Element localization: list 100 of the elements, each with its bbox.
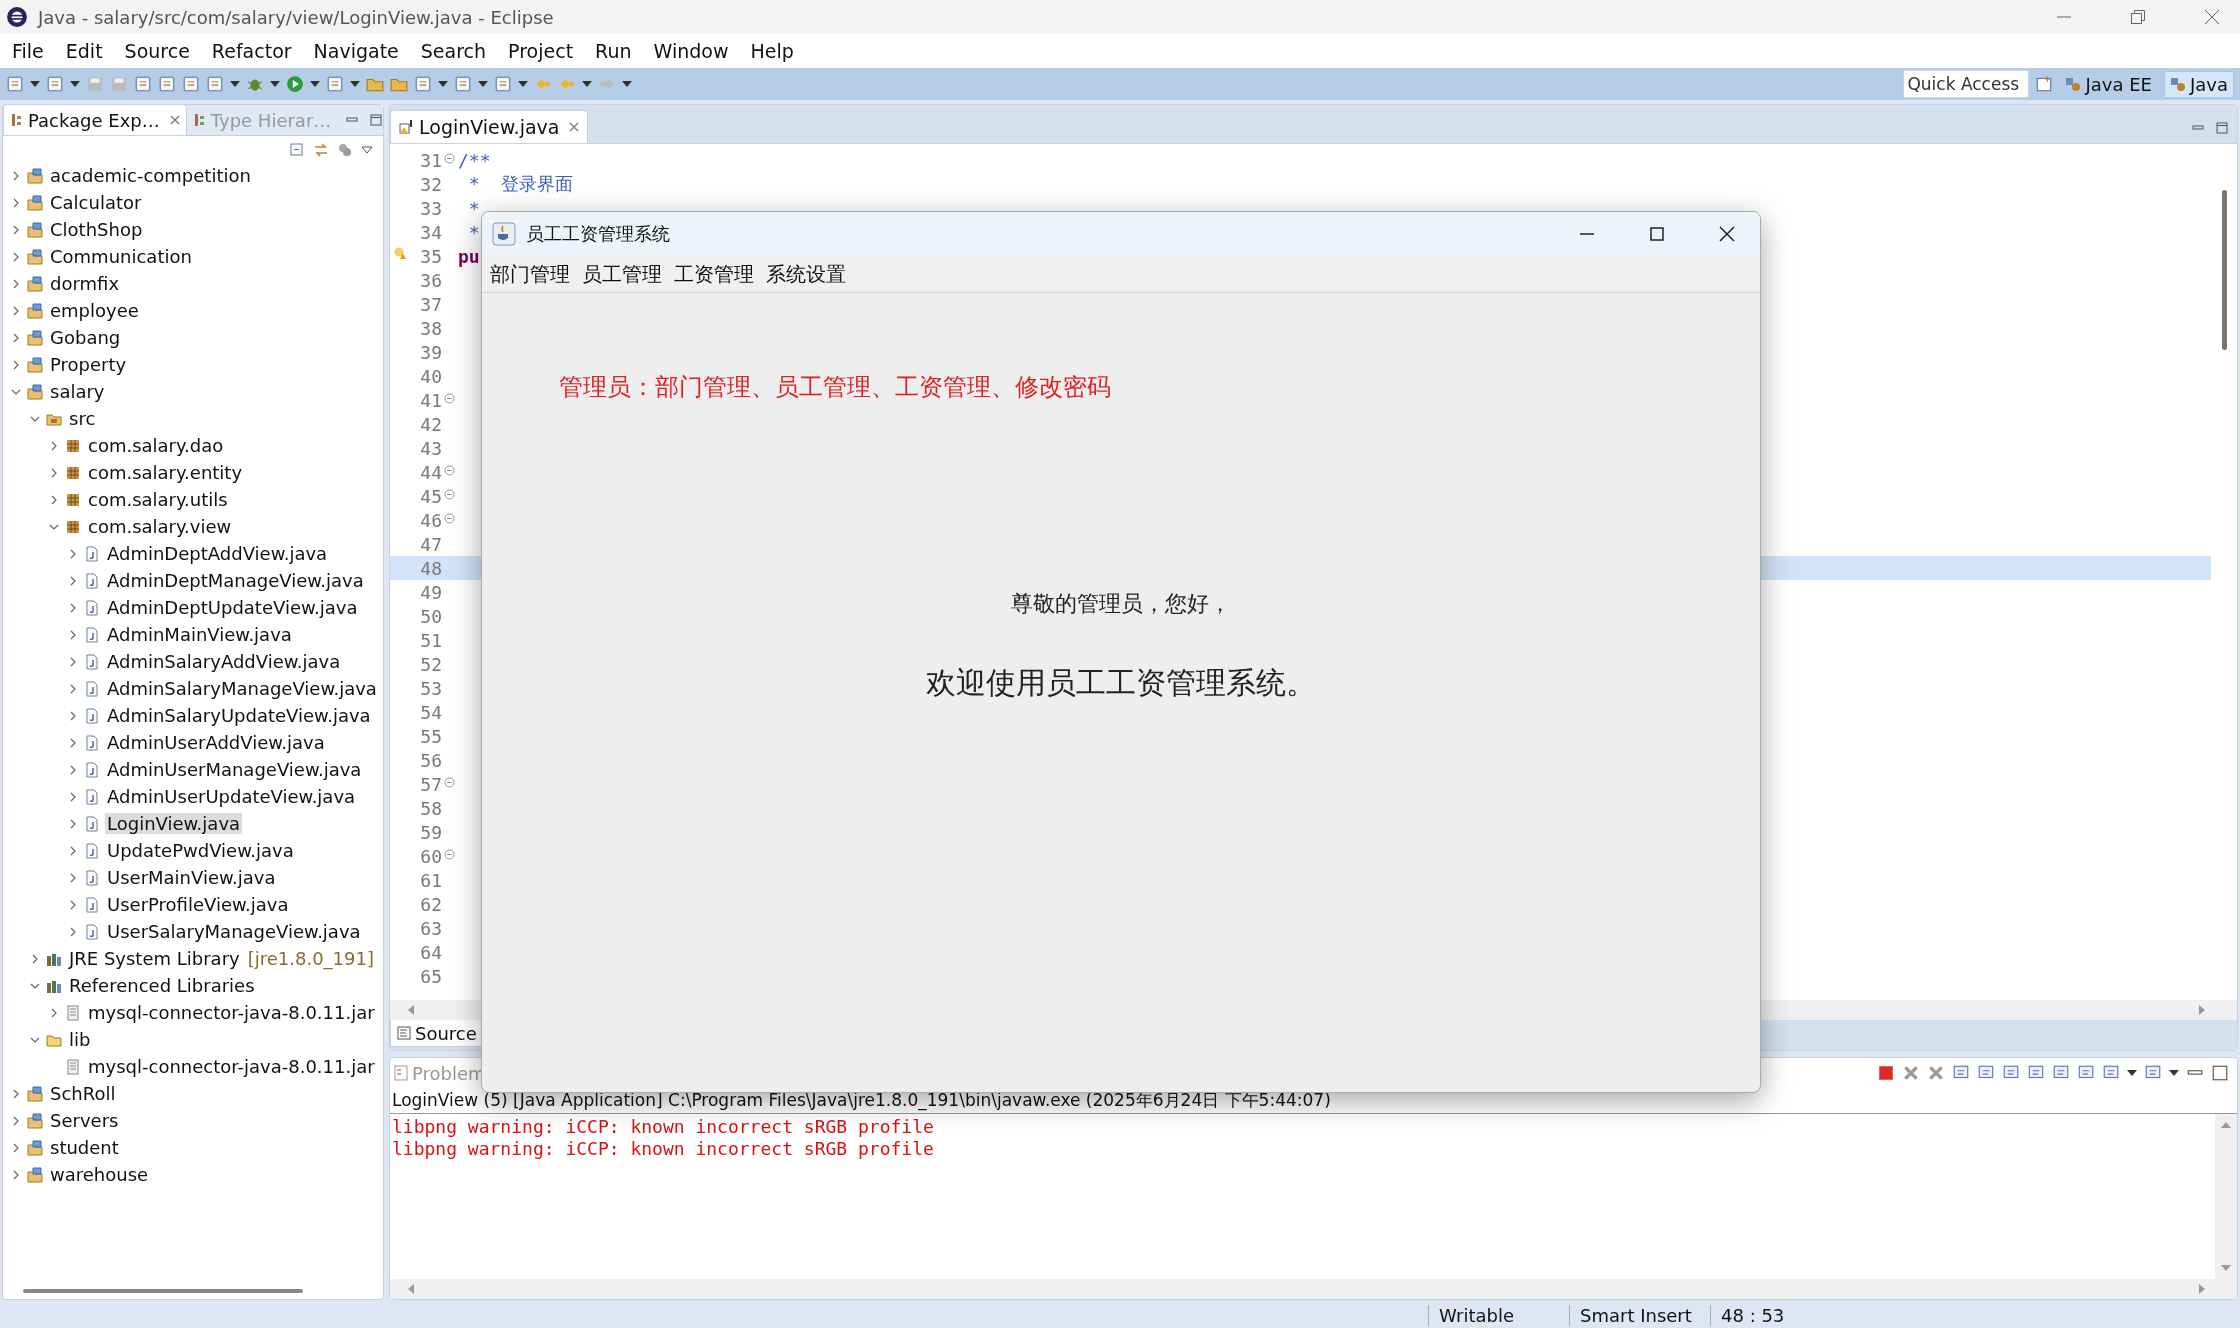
- fold-icon[interactable]: [443, 777, 455, 788]
- tree-item[interactable]: lib: [67, 1029, 93, 1050]
- tree-item[interactable]: AdminDeptManageView.java: [105, 570, 366, 591]
- fold-icon[interactable]: [443, 849, 455, 860]
- perspective-button[interactable]: Java: [2163, 70, 2234, 98]
- menu-item[interactable]: Refactor: [211, 40, 292, 62]
- menu-item[interactable]: Navigate: [313, 40, 399, 62]
- quick-access-field[interactable]: Quick Access: [1903, 70, 2030, 98]
- run-icon[interactable]: [286, 75, 304, 93]
- source-tab[interactable]: Source: [390, 1020, 484, 1047]
- tree-item[interactable]: com.salary.entity: [86, 462, 245, 483]
- tree-item[interactable]: Calculator: [48, 192, 144, 213]
- tree-item[interactable]: UserProfileView.java: [105, 894, 291, 915]
- chevron-icon[interactable]: [11, 170, 21, 181]
- menu-item[interactable]: Source: [124, 40, 190, 62]
- tree-item[interactable]: Servers: [48, 1110, 121, 1131]
- remove-icon[interactable]: [1902, 1064, 1920, 1082]
- filter-icon[interactable]: [337, 142, 353, 158]
- chevron-icon[interactable]: [68, 710, 78, 721]
- menu-item[interactable]: Project: [508, 40, 574, 62]
- caret-icon[interactable]: [270, 81, 280, 87]
- maximize-icon[interactable]: [2215, 121, 2229, 135]
- caret-icon[interactable]: [2127, 1070, 2137, 1076]
- chevron-icon[interactable]: [49, 440, 59, 451]
- menu-item[interactable]: Run: [595, 40, 632, 62]
- tree-item[interactable]: UpdatePwdView.java: [105, 840, 296, 861]
- collapse-all-icon[interactable]: [289, 142, 305, 158]
- chevron-icon[interactable]: [68, 791, 78, 802]
- maximize-icon[interactable]: [369, 113, 384, 127]
- chevron-icon[interactable]: [49, 494, 59, 505]
- tree-item[interactable]: LoginView.java: [105, 813, 243, 834]
- tree-item[interactable]: mysql-connector-java-8.0.11.jar: [86, 1002, 377, 1023]
- fold-icon[interactable]: [443, 153, 455, 164]
- tree-item[interactable]: Referenced Libraries: [67, 975, 257, 996]
- tree-item[interactable]: com.salary.view: [86, 516, 234, 537]
- tree-item[interactable]: student: [48, 1137, 121, 1158]
- tree-item[interactable]: mysql-connector-java-8.0.11.jar: [86, 1056, 377, 1077]
- editor-tab[interactable]: LoginView.java: [390, 110, 589, 143]
- tree-item[interactable]: com.salary.dao: [86, 435, 226, 456]
- chevron-icon[interactable]: [68, 602, 78, 613]
- tree-item[interactable]: SchRoll: [48, 1083, 118, 1104]
- tree-item[interactable]: AdminUserManageView.java: [105, 759, 364, 780]
- menu-item[interactable]: File: [12, 40, 44, 62]
- chevron-icon[interactable]: [68, 872, 78, 883]
- chevron-icon[interactable]: [68, 656, 78, 667]
- chevron-icon[interactable]: [11, 1169, 21, 1180]
- menu-item[interactable]: 部门管理: [490, 260, 570, 288]
- chevron-icon[interactable]: [68, 683, 78, 694]
- caret-icon[interactable]: [582, 81, 592, 87]
- tree-item[interactable]: AdminDeptUpdateView.java: [105, 597, 360, 618]
- menu-item[interactable]: Help: [750, 40, 794, 62]
- chevron-icon[interactable]: [11, 224, 21, 235]
- tree-item[interactable]: Communication: [48, 246, 194, 267]
- chevron-icon[interactable]: [11, 1088, 21, 1099]
- fold-icon[interactable]: [443, 393, 455, 404]
- tree-item[interactable]: salary: [48, 381, 107, 402]
- chevron-icon[interactable]: [68, 818, 78, 829]
- chevron-icon[interactable]: [49, 467, 59, 478]
- tree-item[interactable]: employee: [48, 300, 141, 321]
- tree-item[interactable]: academic-competition: [48, 165, 253, 186]
- menu-item[interactable]: Window: [653, 40, 729, 62]
- chevron-icon[interactable]: [68, 548, 78, 559]
- chevron-icon[interactable]: [68, 737, 78, 748]
- tree-item[interactable]: AdminUserUpdateView.java: [105, 786, 358, 807]
- caret-icon[interactable]: [2169, 1070, 2179, 1076]
- fold-icon[interactable]: [443, 465, 455, 476]
- chevron-icon[interactable]: [68, 629, 78, 640]
- tree-item[interactable]: UserSalaryManageView.java: [105, 921, 363, 942]
- caret-icon[interactable]: [70, 81, 80, 87]
- maximize-icon[interactable]: [1648, 225, 1666, 243]
- caret-icon[interactable]: [30, 81, 40, 87]
- tree-item[interactable]: AdminSalaryManageView.java: [105, 678, 379, 699]
- tree-item[interactable]: AdminMainView.java: [105, 624, 294, 645]
- tree-item[interactable]: UserMainView.java: [105, 867, 278, 888]
- chevron-icon[interactable]: [68, 926, 78, 937]
- caret-icon[interactable]: [350, 81, 360, 87]
- menu-item[interactable]: 系统设置: [766, 260, 846, 288]
- fold-icon[interactable]: [443, 513, 455, 524]
- remove-all-icon[interactable]: [1927, 1064, 1945, 1082]
- chevron-icon[interactable]: [11, 305, 21, 316]
- menu-item[interactable]: 员工管理: [582, 260, 662, 288]
- caret-icon[interactable]: [518, 81, 528, 87]
- chevron-icon[interactable]: [11, 1115, 21, 1126]
- menu-item[interactable]: Search: [420, 40, 487, 62]
- new-file-icon[interactable]: [6, 75, 24, 93]
- tree-item[interactable]: src: [67, 408, 98, 429]
- tree-item[interactable]: com.salary.utils: [86, 489, 230, 510]
- chevron-icon[interactable]: [68, 764, 78, 775]
- view-menu-icon[interactable]: [361, 145, 373, 155]
- scrollbar-thumb[interactable]: [2221, 190, 2227, 350]
- caret-icon[interactable]: [478, 81, 488, 87]
- chevron-icon[interactable]: [11, 332, 21, 343]
- chevron-icon[interactable]: [68, 899, 78, 910]
- tree-item[interactable]: AdminUserAddView.java: [105, 732, 327, 753]
- tree-item[interactable]: AdminSalaryAddView.java: [105, 651, 343, 672]
- view-tab[interactable]: Package Exp…: [3, 104, 187, 135]
- caret-icon[interactable]: [622, 81, 632, 87]
- tree-item[interactable]: ClothShop: [48, 219, 145, 240]
- perspective-button[interactable]: Java EE: [2059, 70, 2158, 98]
- caret-icon[interactable]: [438, 81, 448, 87]
